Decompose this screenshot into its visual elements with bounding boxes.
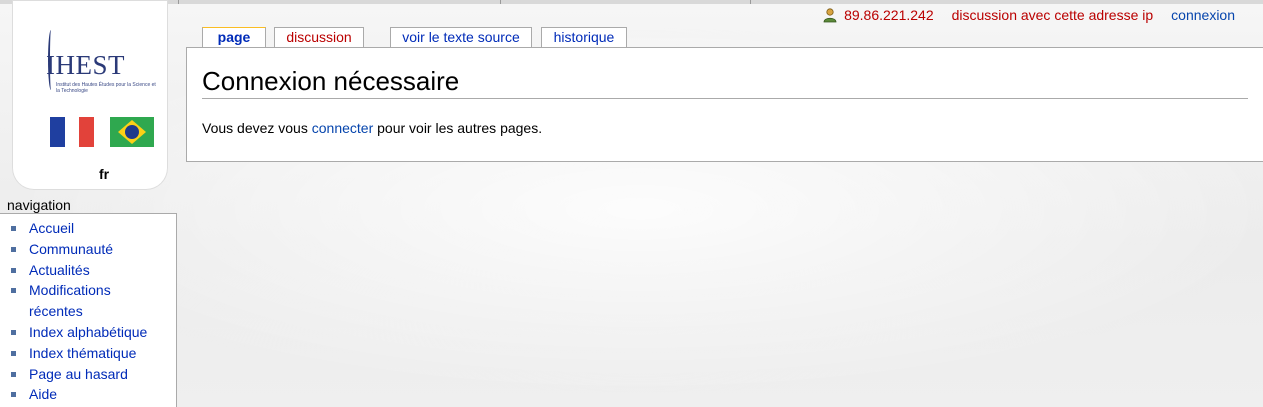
bullet-icon xyxy=(11,350,16,356)
login-inline-link[interactable]: connecter xyxy=(312,120,373,136)
navigation-title: navigation xyxy=(7,197,71,213)
page-title: Connexion nécessaire xyxy=(202,66,1248,99)
user-ip-link[interactable]: 89.86.221.242 xyxy=(822,7,934,23)
nav-item-label: Modifications récentes xyxy=(29,282,111,320)
bullet-icon xyxy=(11,246,16,252)
nav-item-index-thematique[interactable]: Index thématique xyxy=(0,343,150,364)
top-strip xyxy=(0,0,1263,4)
nav-item-page-au-hasard[interactable]: Page au hasard xyxy=(0,364,150,385)
brazil-flag-icon xyxy=(110,117,154,147)
tab-discussion[interactable]: discussion xyxy=(274,27,364,48)
nav-item-accueil[interactable]: Accueil xyxy=(0,218,150,239)
france-flag-icon xyxy=(50,117,95,147)
nav-item-modifications-recentes[interactable]: Modifications récentes xyxy=(0,280,150,322)
logo-wordmark: IHEST xyxy=(46,50,125,80)
site-logo[interactable]: IHEST Institut des Hautes Études pour la… xyxy=(12,0,168,190)
nav-item-label: Actualités xyxy=(29,261,90,278)
bullet-icon xyxy=(11,226,16,231)
nav-item-label: Index alphabétique xyxy=(29,323,148,340)
nav-item-label: Aide xyxy=(29,386,58,403)
page-body: Vous devez vous connecter pour voir les … xyxy=(202,120,542,136)
navigation-portlet: navigation Accueil Communauté Actualités… xyxy=(0,197,177,407)
user-ip-label: 89.86.221.242 xyxy=(844,7,934,23)
bullet-icon xyxy=(11,371,16,377)
bullet-icon xyxy=(11,288,16,294)
nav-item-actualites[interactable]: Actualités xyxy=(0,260,150,281)
bullet-icon xyxy=(11,267,16,273)
login-link[interactable]: connexion xyxy=(1171,7,1235,23)
tab-view-source[interactable]: voir le texte source xyxy=(390,27,532,48)
nav-item-label: Index thématique xyxy=(29,344,137,361)
nav-item-label: Communauté xyxy=(29,240,114,257)
logo-tagline: Institut des Hautes Études pour la Scien… xyxy=(56,82,156,94)
body-text-after: pour voir les autres pages. xyxy=(373,120,543,136)
bullet-icon xyxy=(11,329,16,335)
nav-item-index-alphabetique[interactable]: Index alphabétique xyxy=(0,322,150,343)
nav-item-label: Page au hasard xyxy=(29,365,128,382)
nav-item-communaute[interactable]: Communauté xyxy=(0,239,150,260)
content-area: Connexion nécessaire Vous devez vous con… xyxy=(186,47,1263,162)
nav-item-label: Accueil xyxy=(29,220,75,236)
tab-page[interactable]: page xyxy=(202,27,266,49)
navigation-body: Accueil Communauté Actualités Modificati… xyxy=(0,213,177,407)
user-icon xyxy=(822,7,838,23)
logo-language: fr xyxy=(99,166,110,182)
tab-history[interactable]: historique xyxy=(541,27,627,48)
ip-talk-link[interactable]: discussion avec cette adresse ip xyxy=(952,7,1154,23)
body-text-before: Vous devez vous xyxy=(202,120,312,136)
nav-item-aide[interactable]: Aide xyxy=(0,384,150,405)
personal-tools: 89.86.221.242 discussion avec cette adre… xyxy=(822,6,1235,24)
bullet-icon xyxy=(11,392,16,398)
